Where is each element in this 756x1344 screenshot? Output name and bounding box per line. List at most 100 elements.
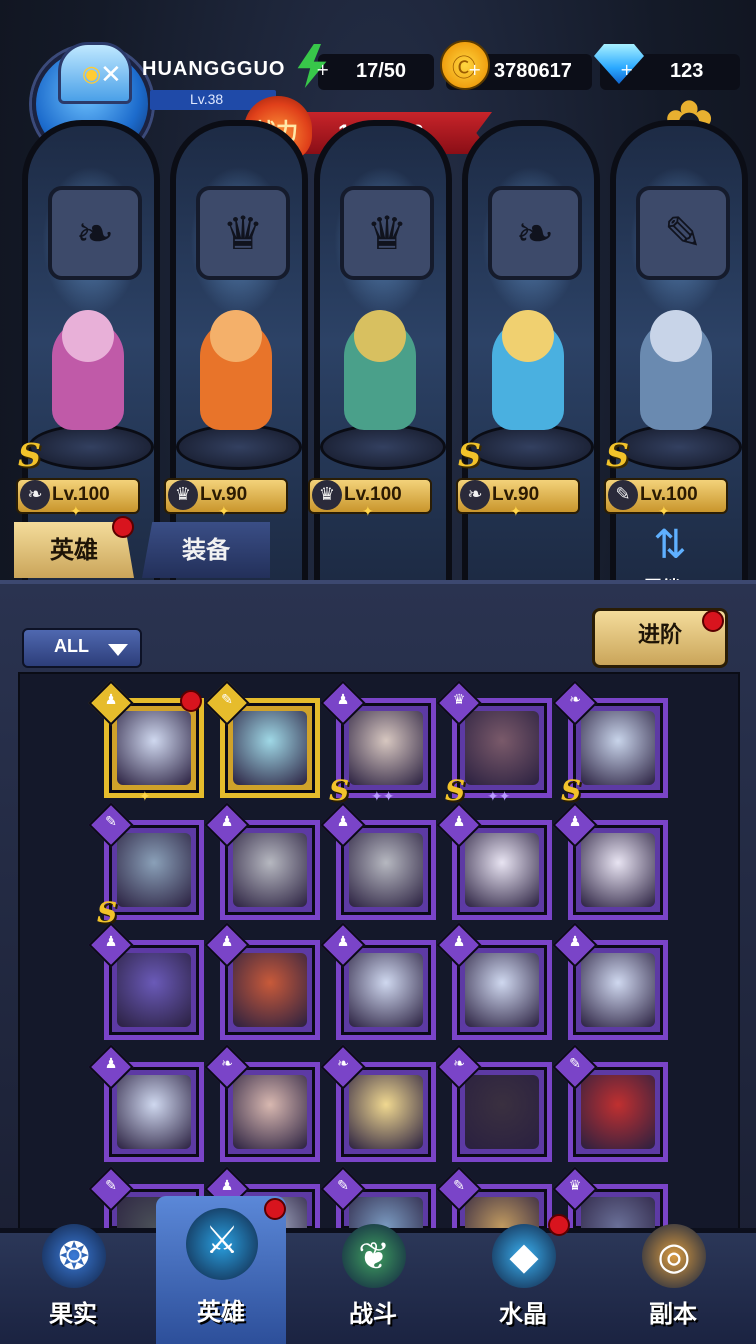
hero-card[interactable]: ♟ — [320, 802, 436, 920]
wing-icon: ❧ — [20, 480, 50, 510]
hero-pedestal — [176, 424, 302, 470]
hero-card[interactable]: ♛ S ✦✦ — [436, 680, 552, 807]
bell-icon: ♟ — [568, 814, 582, 831]
hero-portrait — [117, 1075, 191, 1149]
bell-icon: ♟ — [104, 692, 118, 709]
hero-level: Lv.100 — [640, 484, 698, 505]
hero-level: Lv.100 — [52, 484, 110, 505]
wrench-icon: ✎ — [569, 1056, 581, 1073]
hero-card[interactable]: ♟ — [204, 802, 320, 920]
hero-portrait — [581, 833, 655, 907]
hero-level-tag: ✎ Lv.100 ✦ — [604, 478, 728, 520]
featured-hero-3[interactable] — [320, 310, 446, 470]
hero-card[interactable]: ♟ — [320, 922, 436, 1040]
hero-card[interactable]: ♟ — [552, 802, 668, 920]
add-energy-button[interactable]: + — [316, 60, 329, 79]
hero-card[interactable]: ♟ — [204, 922, 320, 1040]
nav-crystal[interactable]: ◆ 水晶 — [458, 1214, 588, 1344]
hero-head — [502, 310, 554, 362]
hero-portrait — [465, 711, 539, 785]
hero-card[interactable]: ♟ — [88, 1044, 204, 1162]
star-rating: ✦ — [139, 789, 151, 805]
player-level: Lv.38 — [190, 91, 224, 107]
hero-level: Lv.100 — [344, 484, 402, 505]
bell-icon: ♟ — [336, 934, 350, 951]
fruit-icon: ❂ — [42, 1224, 106, 1288]
wing-emblem-icon: ❧ — [488, 186, 582, 280]
star-icon: ✦ — [362, 504, 374, 520]
bell-icon: ♟ — [104, 934, 118, 951]
gold-value: 3780617 — [494, 60, 572, 82]
hero-card[interactable]: ✎ S — [88, 802, 204, 929]
nav-label: 战斗 — [349, 1300, 397, 1328]
hero-card[interactable]: ♟ — [88, 922, 204, 1040]
tab-equipment[interactable]: 装备 — [142, 522, 270, 578]
heroes-tab-alert-dot — [112, 516, 134, 538]
hero-level: Lv.90 — [492, 484, 540, 505]
nav-fruit[interactable]: ❂ 果实 — [8, 1214, 138, 1344]
featured-hero-1[interactable] — [28, 310, 154, 470]
advance-alert-dot — [702, 610, 724, 632]
hero-portrait — [233, 953, 307, 1027]
bell-icon: ♟ — [336, 692, 350, 709]
rank-badge: S — [97, 896, 118, 929]
wing-icon: ❧ — [460, 480, 490, 510]
add-gold-button[interactable]: + — [468, 60, 481, 79]
rank-badge: S — [329, 774, 350, 807]
bell-icon: ♟ — [452, 934, 466, 951]
hero-card[interactable]: ♟ S ✦✦ — [320, 680, 436, 807]
hero-portrait — [349, 953, 423, 1027]
nav-label: 英雄 — [197, 1298, 245, 1326]
hero-card[interactable]: ♟ — [436, 922, 552, 1040]
wrench-icon: ✎ — [453, 1178, 465, 1195]
bell-icon: ♟ — [452, 814, 466, 831]
hero-card[interactable]: ❧ — [436, 1044, 552, 1162]
advance-label: 进阶 — [637, 623, 682, 648]
hero-portrait — [117, 833, 191, 907]
hero-pedestal — [320, 424, 446, 470]
hero-card[interactable]: ✎ — [204, 680, 320, 798]
featured-hero-2[interactable] — [176, 310, 302, 470]
rank-badge: S — [458, 436, 482, 474]
hero-head — [210, 310, 262, 362]
hero-portrait — [581, 1075, 655, 1149]
hero-portrait — [581, 953, 655, 1027]
hero-card[interactable]: ♟ ✦ — [88, 680, 204, 805]
hero-card[interactable]: ✎ — [552, 1044, 668, 1162]
hero-card[interactable]: ❧ — [320, 1044, 436, 1162]
filter-dropdown[interactable]: ALL — [22, 628, 142, 668]
hero-card[interactable]: ❧ S — [552, 680, 668, 807]
rank-badge: S — [445, 774, 466, 807]
star-icon: ✦ — [218, 504, 230, 520]
gold-coin-icon — [440, 40, 490, 90]
hero-card[interactable]: ❧ — [204, 1044, 320, 1162]
bell-icon: ♟ — [220, 1178, 234, 1195]
bell-icon: ♟ — [104, 1056, 118, 1073]
nav-heroes[interactable]: ⚔ 英雄 — [156, 1196, 286, 1344]
hero-card[interactable]: ♟ — [436, 802, 552, 920]
hero-pedestal — [616, 424, 742, 470]
hero-level-tag: ❧ Lv.100 ✦ — [16, 478, 140, 520]
crystal-icon: ◆ — [492, 1224, 556, 1288]
wing-icon: ❧ — [569, 692, 581, 709]
crest-emblem-icon: ♛ — [340, 186, 434, 280]
featured-hero-5[interactable] — [616, 310, 742, 470]
crest-icon: ♛ — [168, 480, 198, 510]
hero-portrait — [581, 711, 655, 785]
hero-level-tag: ❧ Lv.90 ✦ — [456, 478, 580, 520]
hero-portrait — [465, 953, 539, 1027]
featured-hero-4[interactable] — [468, 310, 594, 470]
rank-badge: S — [561, 774, 582, 807]
add-gems-button[interactable]: + — [620, 60, 633, 79]
crystal-nav-alert-dot — [548, 1214, 570, 1236]
nav-battle[interactable]: ❦ 战斗 — [308, 1214, 438, 1344]
hero-portrait — [233, 833, 307, 907]
nav-dungeon[interactable]: ◎ 副本 — [608, 1214, 738, 1344]
hero-portrait — [349, 1075, 423, 1149]
wing-icon: ❧ — [337, 1056, 349, 1073]
energy-value: 17/50 — [356, 60, 407, 82]
card-alert-dot — [180, 690, 202, 712]
hero-card[interactable]: ♟ — [552, 922, 668, 1040]
hero-level-tag: ♛ Lv.90 ✦ — [164, 478, 288, 520]
player-name: HUANGGGUO — [142, 58, 286, 80]
